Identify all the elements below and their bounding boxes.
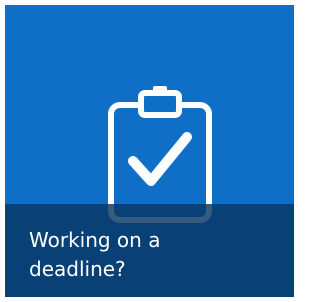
check-mark bbox=[128, 132, 192, 186]
clipboard-clip bbox=[138, 90, 182, 118]
deadline-tile[interactable]: Working on a deadline? bbox=[5, 5, 294, 297]
tile-caption-band: Working on a deadline? bbox=[5, 204, 294, 297]
tile-caption: Working on a deadline? bbox=[29, 228, 161, 281]
